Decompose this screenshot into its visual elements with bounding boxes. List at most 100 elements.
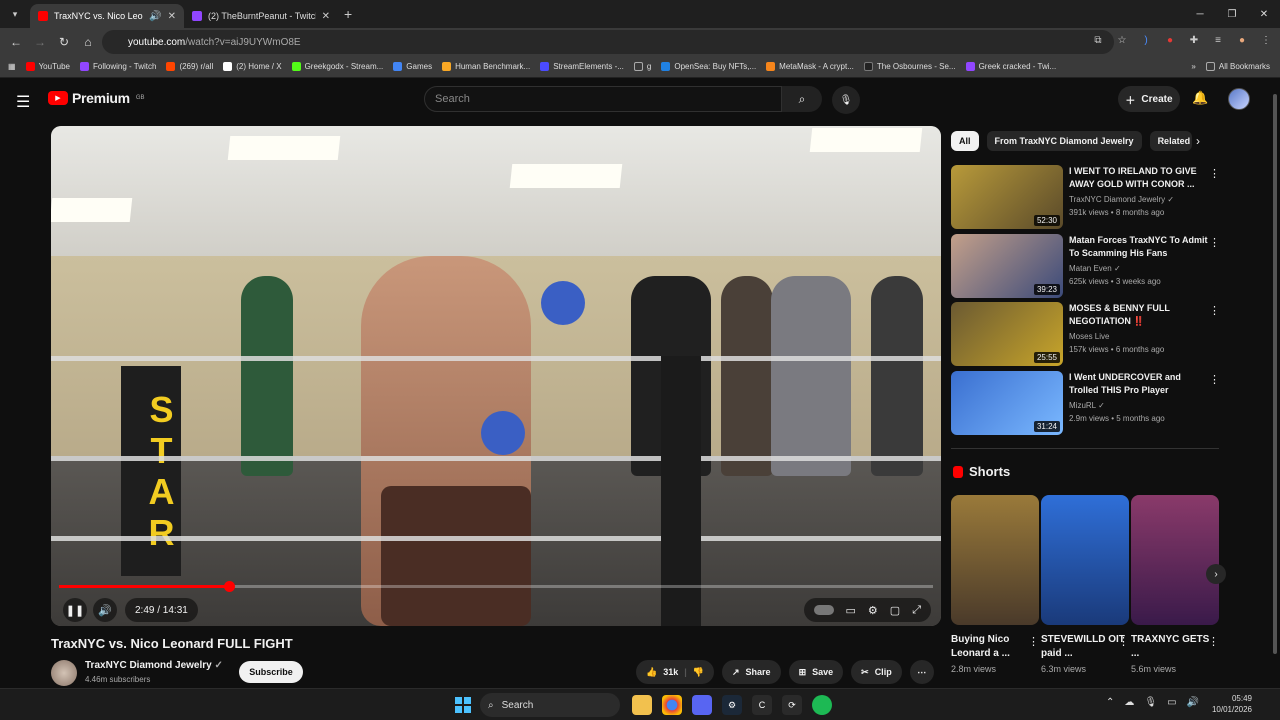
volume-icon[interactable]: 🔊 — [93, 598, 117, 622]
taskbar-clock[interactable]: 05:49 10/01/2026 — [1210, 693, 1252, 715]
account-avatar[interactable] — [1228, 88, 1250, 110]
more-actions-icon[interactable]: ⋯ — [909, 660, 934, 684]
scrubber-handle[interactable] — [223, 581, 235, 592]
theater-mode-icon[interactable]: ▢ — [890, 604, 900, 617]
channel-avatar[interactable] — [51, 660, 77, 686]
hamburger-menu-icon[interactable]: ☰ — [16, 92, 30, 112]
youtube-premium-logo[interactable]: ▶ Premium GB — [48, 90, 144, 106]
install-icon[interactable]: ⧉ — [1090, 32, 1106, 48]
profile-icon[interactable]: ● — [1234, 32, 1250, 48]
bookmarks-overflow-icon[interactable]: » — [1191, 62, 1195, 71]
short-item[interactable]: STEVEWILLD OIT paid ... 6.3m views ⋮ — [1041, 495, 1129, 674]
pause-icon[interactable]: ❚❚ — [63, 598, 87, 622]
like-button[interactable]: 👍 31k | 👎 — [636, 660, 714, 684]
short-item[interactable]: TRAXNYC GETS ... 5.6m views ⋮ — [1131, 495, 1219, 674]
tab-youtube[interactable]: TraxNYC vs. Nico Leonard FULL FIGHT 🔊 ✕ — [30, 4, 184, 28]
windows-start-icon[interactable] — [455, 697, 471, 713]
back-icon[interactable]: ← — [4, 35, 28, 49]
clip-button[interactable]: ✂ Clip — [851, 660, 902, 684]
video-thumbnail[interactable]: 31:24 — [951, 371, 1063, 435]
close-window-icon[interactable]: ✕ — [1248, 0, 1280, 28]
bookmark-item[interactable]: OpenSea: Buy NFTs,... — [661, 62, 756, 71]
search-input[interactable]: Search — [424, 86, 782, 112]
more-icon[interactable]: ⋮ — [1209, 167, 1220, 180]
short-thumbnail[interactable] — [1131, 495, 1219, 625]
short-item[interactable]: Buying Nico Leonard a ... 2.8m views ⋮ — [951, 495, 1039, 674]
forward-icon[interactable]: → — [28, 35, 52, 49]
tab-close-icon[interactable]: ✕ — [322, 11, 330, 22]
dislike-icon[interactable]: 👎 — [693, 667, 704, 678]
reload-icon[interactable]: ↻ — [52, 35, 76, 49]
more-icon[interactable]: ⋮ — [1208, 635, 1219, 648]
video-player[interactable]: STAR ❚❚ 🔊 2:49 / 14:31 ▭ ⚙ ▢ ⤢ — [51, 126, 941, 626]
tray-overflow-icon[interactable]: ⌃ — [1106, 697, 1114, 708]
bookmark-item[interactable]: Human Benchmark... — [442, 62, 530, 71]
extension-icon[interactable]: ) — [1138, 32, 1154, 48]
recommendation-item[interactable]: 25:55 MOSES & BENNY FULL NEGOTIATION ‼️ … — [951, 302, 1251, 366]
more-icon[interactable]: ⋮ — [1209, 373, 1220, 386]
url-field[interactable]: youtube.com/watch?v=aiJ9UYWmO8E — [102, 30, 1114, 54]
restore-icon[interactable]: ❐ — [1216, 0, 1248, 28]
shorts-next-icon[interactable]: › — [1206, 564, 1226, 584]
bookmark-item[interactable]: Following - Twitch — [80, 62, 156, 71]
chip-from-channel[interactable]: From TraxNYC Diamond Jewelry — [986, 131, 1142, 151]
more-icon[interactable]: ⋮ — [1028, 635, 1039, 648]
new-tab-button[interactable]: + — [344, 6, 352, 22]
notifications-bell-icon[interactable]: 🔔 — [1192, 90, 1208, 106]
bookmark-item[interactable]: (2) Home / X — [223, 62, 282, 71]
microphone-icon[interactable]: 🎙 — [832, 86, 860, 114]
discord-icon[interactable] — [692, 695, 712, 715]
tab-search-icon[interactable]: ▾ — [6, 5, 24, 23]
all-bookmarks[interactable]: All Bookmarks — [1205, 62, 1270, 71]
subscribe-button[interactable]: Subscribe — [239, 661, 303, 683]
video-thumbnail[interactable]: 39:23 — [951, 234, 1063, 298]
subtitles-icon[interactable]: ▭ — [846, 604, 856, 617]
bookmark-item[interactable]: Games — [393, 62, 432, 71]
recommendation-item[interactable]: 39:23 Matan Forces TraxNYC To Admit To S… — [951, 234, 1251, 298]
bookmark-item[interactable]: StreamElements -... — [540, 62, 624, 71]
more-icon[interactable]: ⋮ — [1209, 236, 1220, 249]
bookmark-item[interactable]: MetaMask - A crypt... — [766, 62, 854, 71]
short-thumbnail[interactable] — [1041, 495, 1129, 625]
create-button[interactable]: ＋ Create — [1118, 86, 1180, 112]
bookmark-item[interactable]: (269) r/all — [166, 62, 213, 71]
share-button[interactable]: ↗ Share — [722, 660, 781, 684]
more-icon[interactable]: ⋮ — [1258, 32, 1274, 48]
tab-close-icon[interactable]: ✕ — [168, 11, 176, 22]
video-thumbnail[interactable]: 52:30 — [951, 165, 1063, 229]
short-thumbnail[interactable] — [951, 495, 1039, 625]
steam-icon[interactable]: ⚙ — [722, 695, 742, 715]
recommendation-item[interactable]: 31:24 I Went UNDERCOVER and Trolled THIS… — [951, 371, 1251, 435]
video-thumbnail[interactable]: 25:55 — [951, 302, 1063, 366]
minimize-icon[interactable]: ─ — [1184, 0, 1216, 28]
page-scrollbar[interactable] — [1270, 80, 1280, 688]
file-explorer-icon[interactable] — [632, 695, 652, 715]
recommendation-item[interactable]: 52:30 I WENT TO IRELAND TO GIVE AWAY GOL… — [951, 165, 1251, 229]
channel-name[interactable]: TraxNYC Diamond Jewelry ✓ — [85, 660, 223, 671]
taskbar-search[interactable]: ⌕ Search — [480, 693, 620, 717]
bookmark-item[interactable]: YouTube — [25, 62, 70, 71]
reading-list-icon[interactable]: ≡ — [1210, 32, 1226, 48]
bookmark-folder[interactable]: g — [633, 62, 651, 71]
more-icon[interactable]: ⋮ — [1118, 635, 1129, 648]
more-icon[interactable]: ⋮ — [1209, 304, 1220, 317]
scrollbar-thumb[interactable] — [1273, 94, 1277, 654]
app-icon[interactable]: C — [752, 695, 772, 715]
microphone-icon[interactable]: 🎙 — [1144, 697, 1157, 708]
extension-icon[interactable]: ● — [1162, 32, 1178, 48]
settings-gear-icon[interactable]: ⚙ — [868, 604, 878, 617]
extensions-puzzle-icon[interactable]: ✚ — [1186, 32, 1202, 48]
progress-bar[interactable] — [59, 581, 933, 592]
search-icon[interactable]: ⌕ — [782, 86, 822, 112]
chip-related[interactable]: Related — [1149, 131, 1192, 151]
chip-all[interactable]: All — [951, 131, 979, 151]
home-icon[interactable]: ⌂ — [76, 35, 100, 49]
apps-icon[interactable]: ▦ — [8, 62, 16, 71]
bookmark-item[interactable]: The Osbournes - Se... — [863, 62, 956, 71]
app-icon[interactable]: ⟳ — [782, 695, 802, 715]
bookmark-item[interactable]: Greek cracked - Twi... — [965, 62, 1056, 71]
spotify-icon[interactable] — [812, 695, 832, 715]
chrome-icon[interactable] — [662, 695, 682, 715]
bookmark-star-icon[interactable]: ☆ — [1114, 32, 1130, 48]
volume-icon[interactable]: 🔊 — [1187, 697, 1199, 708]
